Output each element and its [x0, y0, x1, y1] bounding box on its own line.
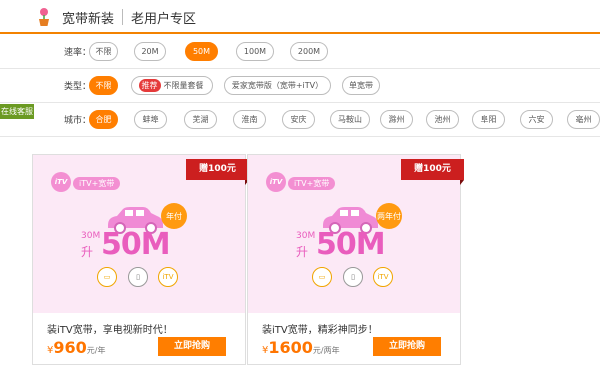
city-option-luan[interactable]: 六安 [520, 110, 553, 129]
upgraded-speed: 50M [316, 227, 386, 262]
gift-badge: 赠100元 [401, 159, 464, 185]
original-speed: 30M [81, 231, 101, 241]
product-description: 装iTV宽带，享电视新时代！ [47, 325, 173, 336]
city-option-fuyang[interactable]: 阜阳 [472, 110, 505, 129]
city-option-anqing[interactable]: 安庆 [282, 110, 315, 129]
itv-logo-icon: iTV [51, 172, 71, 192]
city-filter-row: 城市： 合肥 蚌埠 芜湖 淮南 安庆 马鞍山 滁州 池州 阜阳 六安 亳州 [0, 103, 600, 137]
product-banner[interactable]: iTV iTV+宽带 赠100元 年付 30M 升 50M ▭ ▯ iTV [33, 155, 249, 313]
price: ¥1600元/两年 [262, 338, 340, 357]
tv-icon: ▭ [97, 267, 117, 287]
recommend-badge: 推荐 [138, 79, 161, 92]
payment-plan-badge: 年付 [161, 203, 187, 229]
product-banner[interactable]: iTV iTV+宽带 赠100元 两年付 30M 升 50M ▭ ▯ iTV [248, 155, 464, 313]
upgrade-label: 升 [296, 245, 309, 259]
price-unit: 元/年 [86, 346, 106, 355]
old-user-zone-link[interactable]: 老用户专区 [131, 8, 196, 27]
itv-logo-icon: iTV [266, 172, 286, 192]
city-option-bozhou[interactable]: 亳州 [567, 110, 600, 129]
product-card[interactable]: iTV iTV+宽带 赠100元 两年付 30M 升 50M ▭ ▯ iTV 装… [247, 154, 464, 365]
product-tag: iTV+宽带 [288, 177, 336, 190]
tv-icon: ▭ [312, 267, 332, 287]
type-option-unlimited-package[interactable]: 推荐 不限量套餐 [131, 76, 213, 95]
upgrade-label: 升 [81, 245, 94, 259]
product-card[interactable]: iTV iTV+宽带 赠100元 年付 30M 升 50M ▭ ▯ iTV 装i… [32, 154, 249, 365]
city-option-maanshan[interactable]: 马鞍山 [330, 110, 370, 129]
speed-filter-row: 速率： 不限 20M 50M 100M 200M [0, 35, 600, 69]
price-value: 1600 [268, 338, 313, 357]
city-option-bengbu[interactable]: 蚌埠 [134, 110, 167, 129]
city-option-chuzhou[interactable]: 滁州 [380, 110, 413, 129]
itv-icon: iTV [158, 267, 178, 287]
type-option-unlimited[interactable]: 不限 [89, 76, 118, 95]
payment-plan-badge: 两年付 [376, 203, 402, 229]
speed-option-100m[interactable]: 100M [236, 42, 274, 61]
buy-now-button[interactable]: 立即抢购 [373, 337, 441, 356]
title-separator [122, 9, 123, 25]
unlimited-package-label: 不限量套餐 [163, 81, 204, 90]
speed-option-50m[interactable]: 50M [185, 42, 218, 61]
flowerpot-icon [39, 8, 49, 26]
product-tag: iTV+宽带 [73, 177, 121, 190]
price: ¥960元/年 [47, 338, 105, 357]
phone-icon: ▯ [343, 267, 363, 287]
buy-now-button[interactable]: 立即抢购 [158, 337, 226, 356]
original-speed: 30M [296, 231, 316, 241]
price-unit: 元/两年 [312, 346, 340, 355]
upgraded-speed: 50M [101, 227, 171, 262]
city-option-wuhu[interactable]: 芜湖 [184, 110, 217, 129]
speed-option-20m[interactable]: 20M [134, 42, 166, 61]
type-option-broadband-only[interactable]: 单宽带 [342, 76, 380, 95]
header: 宽带新装 老用户专区 [0, 0, 600, 34]
page-title[interactable]: 宽带新装 [62, 8, 114, 27]
type-filter-row: 类型： 不限 推荐 不限量套餐 爱家宽带版（宽带+iTV） 单宽带 [0, 69, 600, 103]
speed-filter-label: 速率： [64, 48, 92, 58]
speed-option-200m[interactable]: 200M [290, 42, 328, 61]
price-value: 960 [53, 338, 87, 357]
city-option-huainan[interactable]: 淮南 [233, 110, 266, 129]
itv-icon: iTV [373, 267, 393, 287]
online-service-tab[interactable]: 在线客服 [0, 104, 34, 119]
city-option-chizhou[interactable]: 池州 [426, 110, 459, 129]
speed-option-unlimited[interactable]: 不限 [89, 42, 118, 61]
gift-badge: 赠100元 [186, 159, 249, 185]
type-filter-label: 类型： [64, 82, 92, 92]
type-option-home-broadband[interactable]: 爱家宽带版（宽带+iTV） [224, 76, 331, 95]
city-option-hefei[interactable]: 合肥 [89, 110, 118, 129]
city-filter-label: 城市： [64, 116, 92, 126]
product-description: 装iTV宽带，精彩神同步！ [262, 325, 378, 336]
phone-icon: ▯ [128, 267, 148, 287]
